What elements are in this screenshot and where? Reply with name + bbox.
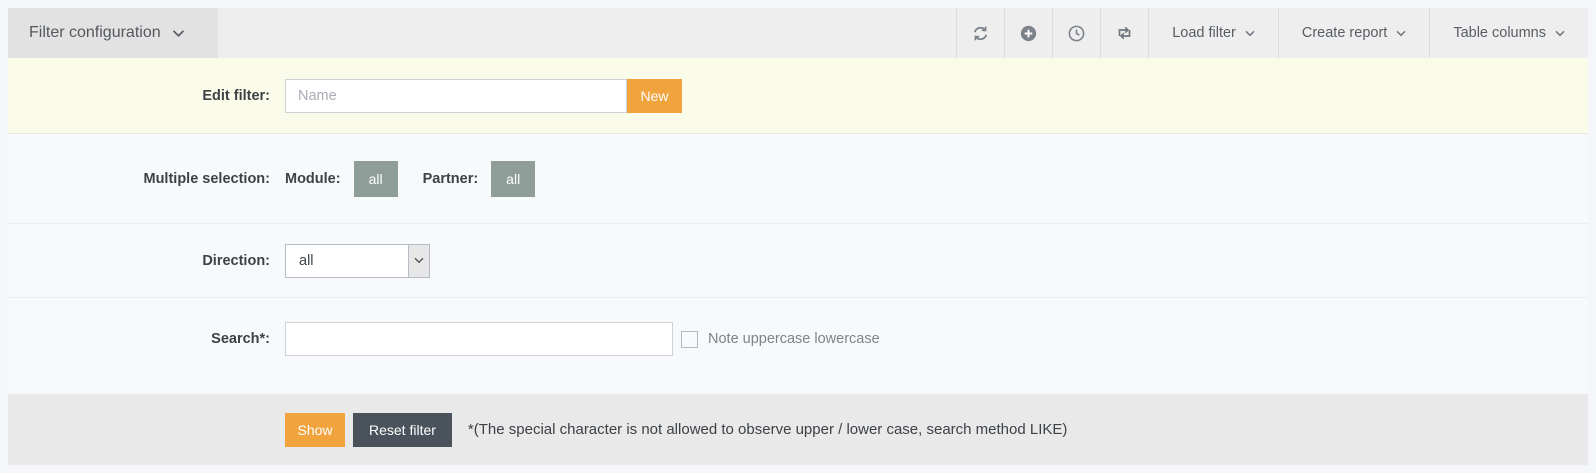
chevron-down-icon (1396, 30, 1406, 37)
repeat-button[interactable] (1100, 8, 1148, 58)
filter-form-body: Multiple selection: Module: all Partner:… (8, 134, 1588, 394)
reset-filter-button[interactable]: Reset filter (353, 413, 452, 447)
partner-label: Partner: (423, 171, 479, 187)
search-label: Search*: (8, 331, 270, 347)
direction-selected-value: all (286, 253, 408, 269)
multiple-selection-row: Multiple selection: Module: all Partner:… (8, 134, 1588, 224)
table-columns-menu[interactable]: Table columns (1429, 8, 1588, 58)
direction-label: Direction: (8, 253, 270, 269)
plus-circle-icon (1020, 25, 1037, 42)
filter-configuration-panel: Filter configuration (8, 8, 1588, 465)
search-row: Search*: Note uppercase lowercase (8, 298, 1588, 394)
panel-header: Filter configuration (8, 8, 1588, 58)
case-sensitive-checkbox[interactable] (681, 331, 698, 348)
new-filter-button[interactable]: New (627, 79, 682, 113)
module-all-button[interactable]: all (354, 161, 398, 197)
panel-title: Filter configuration (29, 24, 161, 42)
edit-filter-label: Edit filter: (8, 88, 270, 104)
chevron-down-icon (1555, 30, 1565, 37)
history-button[interactable] (1052, 8, 1100, 58)
module-label: Module: (285, 171, 341, 187)
refresh-button[interactable] (956, 8, 1004, 58)
load-filter-label: Load filter (1172, 25, 1236, 41)
table-columns-label: Table columns (1453, 25, 1546, 41)
load-filter-menu[interactable]: Load filter (1148, 8, 1278, 58)
repeat-icon (1115, 25, 1134, 41)
partner-all-button[interactable]: all (491, 161, 535, 197)
chevron-down-icon (172, 29, 185, 38)
filter-configuration-toggle[interactable]: Filter configuration (8, 8, 218, 58)
filter-name-input[interactable] (285, 79, 627, 113)
direction-select[interactable]: all (285, 244, 430, 278)
create-report-menu[interactable]: Create report (1278, 8, 1429, 58)
search-input[interactable] (285, 322, 673, 356)
panel-footer: Show Reset filter *(The special characte… (8, 394, 1588, 465)
search-hint-note: *(The special character is not allowed t… (468, 421, 1067, 438)
edit-filter-row: Edit filter: New (8, 58, 1588, 134)
chevron-down-icon (1245, 30, 1255, 37)
create-report-label: Create report (1302, 25, 1387, 41)
direction-row: Direction: all (8, 224, 1588, 298)
chevron-down-icon (408, 245, 429, 277)
header-toolbar: Load filter Create report Table columns (956, 8, 1588, 58)
show-button[interactable]: Show (285, 413, 345, 447)
add-button[interactable] (1004, 8, 1052, 58)
refresh-icon (972, 25, 989, 42)
multiple-selection-label: Multiple selection: (8, 171, 270, 187)
clock-icon (1068, 25, 1085, 42)
case-sensitive-checkbox-label: Note uppercase lowercase (708, 331, 880, 347)
